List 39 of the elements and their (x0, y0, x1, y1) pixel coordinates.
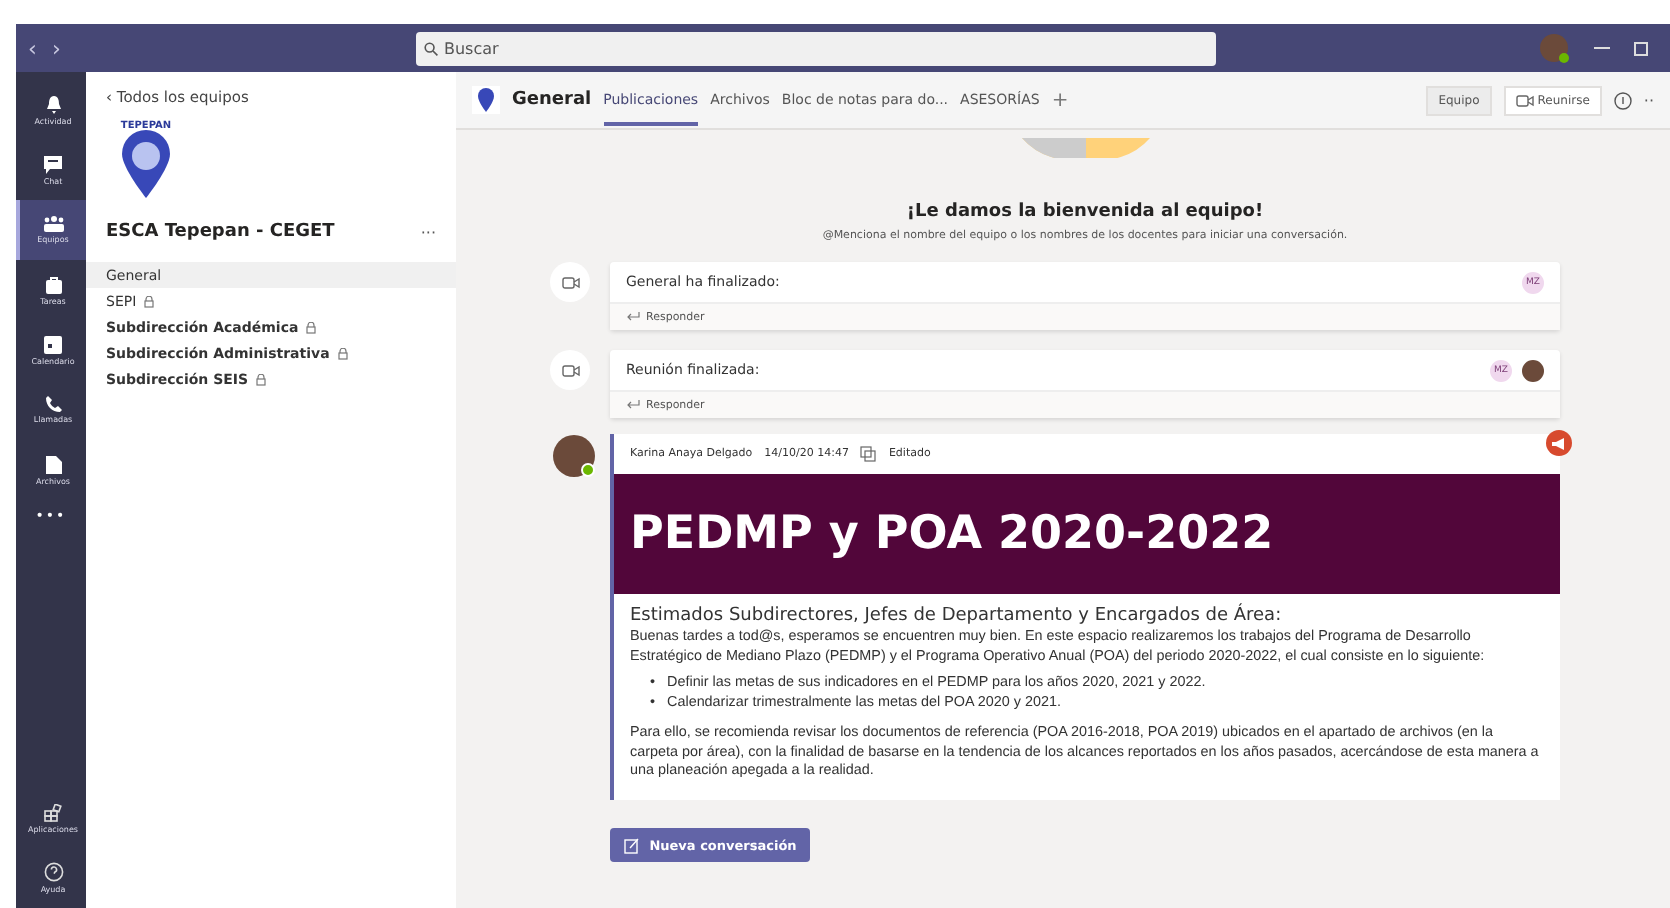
bag-icon (45, 275, 61, 293)
more-options[interactable]: ··· (420, 223, 436, 241)
welcome-illustration (1021, 138, 1149, 158)
video-camera-icon (561, 363, 579, 377)
lock-icon (144, 295, 155, 307)
file-icon (45, 455, 61, 473)
copy-icon (860, 446, 877, 462)
restore-icon[interactable] (1634, 40, 1650, 56)
post-heading: Estimados Subdirectores, Jefes de Departamento y Encargados de Área: (630, 606, 1284, 626)
chat-icon (44, 155, 62, 173)
video-camera-icon (561, 275, 579, 289)
help-icon (43, 862, 63, 882)
phone-icon (45, 396, 61, 412)
video-camera-icon (1515, 93, 1534, 107)
more-options[interactable]: ·· (1643, 91, 1654, 109)
participant-avatar (1522, 359, 1544, 381)
reply-icon (626, 400, 640, 410)
nav-arrow[interactable]: ‹ (28, 35, 52, 61)
calendar-icon (44, 335, 62, 353)
nav-arrow[interactable]: › (52, 35, 76, 61)
team-logo (472, 86, 500, 114)
welcome-title: ¡Le damos la bienvenida al equipo! (906, 202, 1264, 222)
apps-icon (44, 803, 62, 821)
add-tab[interactable]: + (1051, 89, 1069, 111)
search-field[interactable]: Buscar (416, 31, 1216, 65)
team-name: ESCA Tepepan - CEGET (106, 222, 335, 242)
lock-icon (337, 347, 348, 359)
lock-icon (256, 373, 267, 385)
reply-icon (626, 312, 640, 322)
lock-icon (306, 321, 317, 333)
banner-title: PEDMP y POA 2020-2022 (630, 508, 1274, 560)
author-avatar (552, 434, 596, 478)
info-icon[interactable] (1613, 91, 1632, 109)
people-icon (43, 216, 63, 232)
edit-icon (623, 837, 640, 854)
channel-title: General (512, 90, 592, 110)
bell-icon (45, 95, 61, 113)
search-icon (424, 41, 438, 55)
avatar-icon[interactable] (1538, 32, 1570, 64)
